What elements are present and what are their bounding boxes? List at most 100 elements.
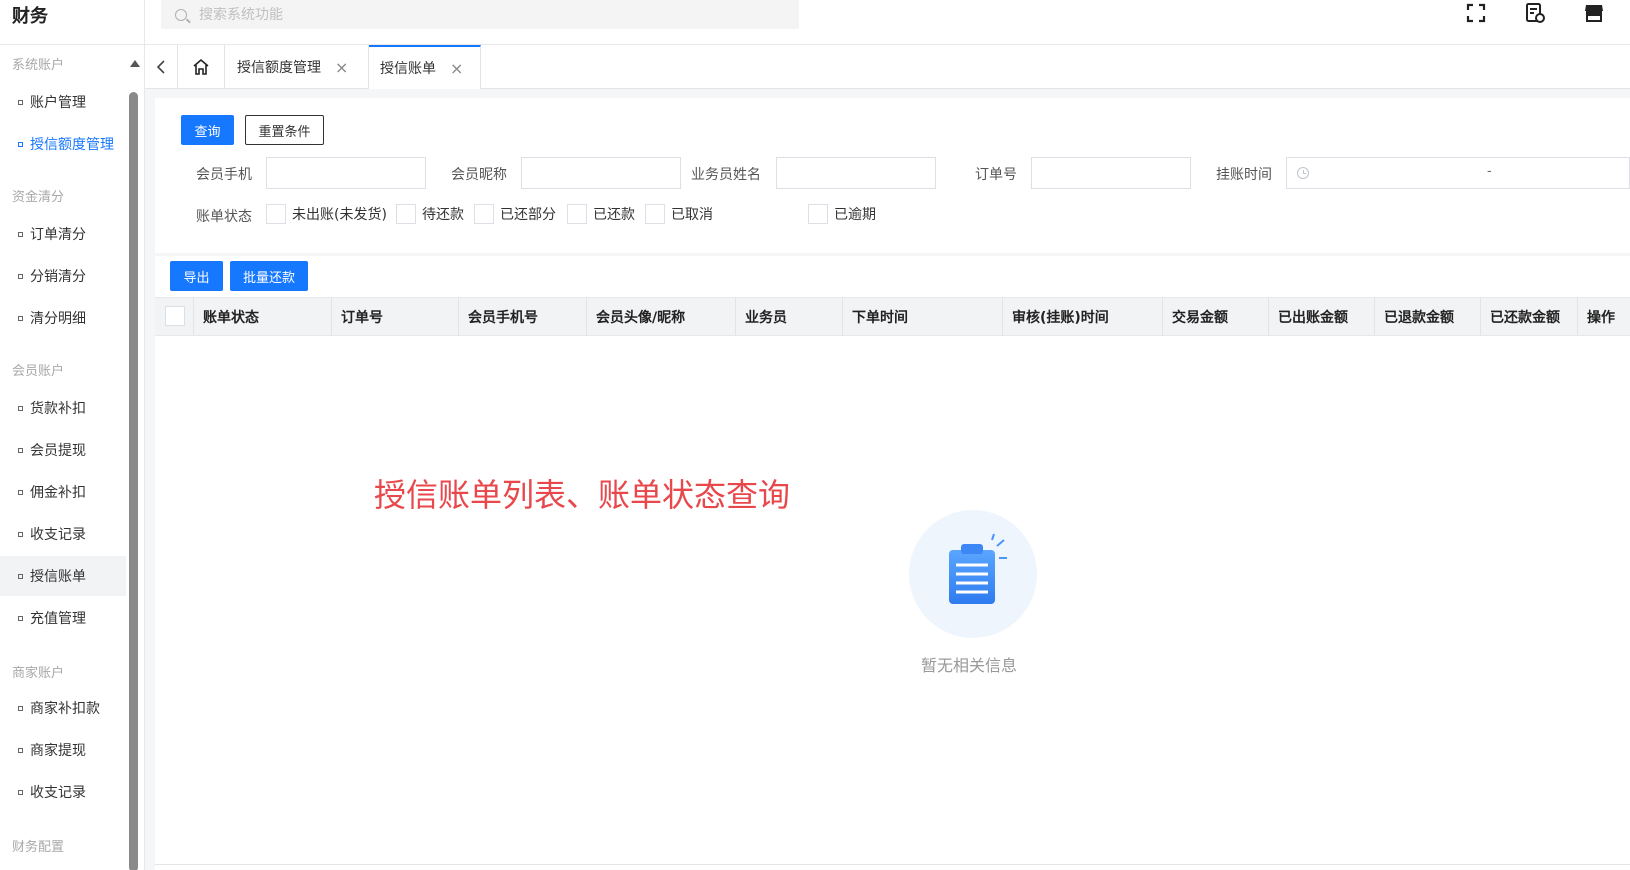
- select-all-checkbox[interactable]: [165, 306, 185, 326]
- column-header-order-time: 下单时间: [843, 298, 1003, 335]
- table-bottom-border: [155, 864, 1630, 865]
- global-search[interactable]: [161, 0, 799, 29]
- sidebar-item-label: 账户管理: [30, 95, 86, 111]
- sidebar-item-label: 货款补扣: [30, 401, 86, 417]
- sidebar-item-label: 分销清分: [30, 269, 86, 285]
- sidebar-item-label: 清分明细: [30, 311, 86, 327]
- sidebar-item-merchant-withdraw[interactable]: 商家提现: [0, 730, 126, 770]
- search-input[interactable]: [199, 6, 759, 23]
- member-phone-input[interactable]: [266, 157, 426, 189]
- menu-group-finance-config: 财务配置: [12, 840, 65, 855]
- column-header-billed-amount: 已出账金额: [1269, 298, 1375, 335]
- sidebar-item-label: 商家提现: [30, 743, 86, 759]
- sidebar-item-income-expense-records[interactable]: 收支记录: [0, 514, 126, 554]
- empty-state-text: 暂无相关信息: [921, 656, 1018, 675]
- sidebar-item-credit-limit-management[interactable]: 授信额度管理: [0, 124, 126, 164]
- sidebar-item-label: 收支记录: [30, 527, 86, 543]
- menu-group-system-account: 系统账户: [12, 58, 65, 73]
- store-icon[interactable]: [1583, 2, 1605, 24]
- sidebar-item-credit-bill[interactable]: 授信账单: [0, 556, 126, 596]
- sidebar-item-payment-adjust[interactable]: 货款补扣: [0, 388, 126, 428]
- reset-conditions-button[interactable]: 重置条件: [245, 115, 324, 145]
- bullet-icon: [18, 489, 23, 495]
- status-checkbox-overdue[interactable]: [808, 204, 828, 224]
- menu-group-member-account: 会员账户: [12, 364, 65, 379]
- column-header-member-avatar-nickname: 会员头像/昵称: [587, 298, 736, 335]
- bullet-icon: [18, 315, 23, 321]
- sidebar-item-label: 订单清分: [30, 227, 86, 243]
- column-header-order-no: 订单号: [332, 298, 459, 335]
- home-icon: [193, 58, 209, 75]
- order-no-input[interactable]: [1031, 157, 1191, 189]
- header-select-cell: [155, 298, 194, 335]
- bullet-icon: [18, 573, 23, 579]
- salesperson-name-input[interactable]: [776, 157, 936, 189]
- search-icon: [175, 8, 187, 21]
- status-option-label: 已还款: [593, 207, 635, 223]
- status-checkbox-pending-repayment[interactable]: [396, 204, 416, 224]
- member-phone-label: 会员手机: [196, 167, 252, 183]
- sidebar-item-label: 佣金补扣: [30, 485, 86, 501]
- tab-credit-bill[interactable]: 授信账单 ×: [369, 45, 481, 89]
- close-icon[interactable]: ×: [450, 59, 463, 78]
- bullet-icon: [18, 447, 23, 453]
- bullet-icon: [18, 531, 23, 537]
- status-option-label: 已取消: [671, 207, 713, 223]
- app-title: 财务: [12, 6, 48, 27]
- status-checkbox-unbilled[interactable]: [266, 204, 286, 224]
- status-checkbox-partially-repaid[interactable]: [474, 204, 494, 224]
- tab-label: 授信额度管理: [237, 60, 321, 76]
- bullet-icon: [18, 747, 23, 753]
- range-separator: -: [1487, 164, 1492, 179]
- status-checkbox-cancelled[interactable]: [645, 204, 665, 224]
- column-header-repaid-amount: 已还款金额: [1481, 298, 1578, 335]
- chevron-left-icon: [156, 60, 165, 74]
- member-nickname-label: 会员昵称: [451, 167, 507, 183]
- menu-group-fund-clearing: 资金清分: [12, 190, 65, 205]
- export-button[interactable]: 导出: [170, 261, 223, 291]
- sidebar-item-label: 商家补扣款: [30, 701, 100, 717]
- table-panel: [155, 256, 1630, 870]
- sidebar-item-label: 会员提现: [30, 443, 86, 459]
- scroll-up-arrow-icon[interactable]: [130, 60, 140, 67]
- sidebar-item-order-clearing[interactable]: 订单清分: [0, 214, 126, 254]
- status-option-label: 已还部分: [500, 207, 556, 223]
- order-no-label: 订单号: [975, 167, 1017, 183]
- sidebar-item-merchant-adjust[interactable]: 商家补扣款: [0, 688, 126, 728]
- column-header-salesperson: 业务员: [736, 298, 843, 335]
- column-header-audit-time: 审核(挂账)时间: [1003, 298, 1163, 335]
- scrollbar-thumb[interactable]: [129, 92, 138, 870]
- sidebar-item-distribution-clearing[interactable]: 分销清分: [0, 256, 126, 296]
- hang-time-range-picker[interactable]: -: [1286, 157, 1630, 189]
- empty-state-illustration: [909, 510, 1037, 638]
- bullet-icon: [18, 99, 23, 105]
- column-header-transaction-amount: 交易金额: [1163, 298, 1269, 335]
- fullscreen-icon[interactable]: [1465, 2, 1487, 24]
- batch-repay-button[interactable]: 批量还款: [230, 261, 308, 291]
- query-button[interactable]: 查询: [181, 115, 234, 145]
- document-settings-icon[interactable]: [1524, 2, 1546, 24]
- sidebar-item-recharge-management[interactable]: 充值管理: [0, 598, 126, 638]
- sidebar-item-commission-adjust[interactable]: 佣金补扣: [0, 472, 126, 512]
- sidebar-scrollbar[interactable]: [128, 46, 140, 870]
- bullet-icon: [18, 141, 23, 147]
- column-header-member-phone: 会员手机号: [459, 298, 587, 335]
- tab-credit-limit-management[interactable]: 授信额度管理 ×: [225, 45, 369, 89]
- sidebar-item-merchant-income-expense[interactable]: 收支记录: [0, 772, 126, 812]
- bullet-icon: [18, 231, 23, 237]
- sidebar-item-clearing-details[interactable]: 清分明细: [0, 298, 126, 338]
- annotation-text: 授信账单列表、账单状态查询: [374, 476, 791, 514]
- bullet-icon: [18, 705, 23, 711]
- bullet-icon: [18, 405, 23, 411]
- tab-home[interactable]: [178, 45, 225, 89]
- member-nickname-input[interactable]: [521, 157, 681, 189]
- close-icon[interactable]: ×: [335, 58, 348, 77]
- status-checkbox-repaid[interactable]: [567, 204, 587, 224]
- sidebar-item-label: 收支记录: [30, 785, 86, 801]
- app-root: 财务 系统账户 账户管理 授信额度管理 资金清分 订单清分 分销清分 清分明细 …: [0, 0, 1630, 870]
- bullet-icon: [18, 615, 23, 621]
- tab-back-button[interactable]: [145, 45, 178, 89]
- sidebar-item-member-withdraw[interactable]: 会员提现: [0, 430, 126, 470]
- salesperson-name-label: 业务员姓名: [691, 167, 761, 183]
- sidebar-item-account-management[interactable]: 账户管理: [0, 82, 126, 122]
